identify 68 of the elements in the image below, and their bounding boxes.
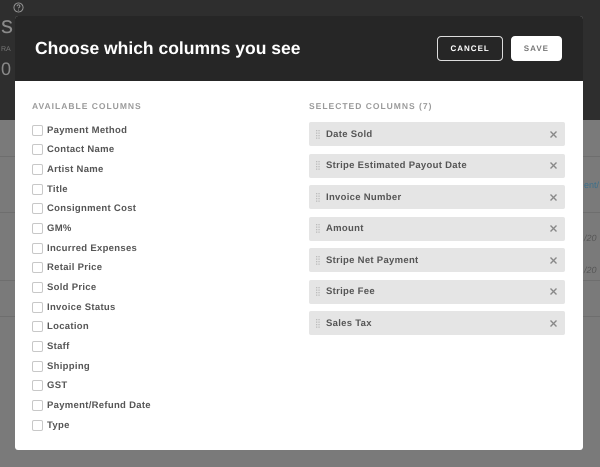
checkbox[interactable] (32, 144, 43, 156)
column-label: Sales Tax (326, 318, 373, 328)
selected-column-chip[interactable]: Sales Tax (309, 311, 565, 335)
save-button[interactable]: SAVE (510, 36, 562, 61)
column-label: Stripe Net Payment (326, 254, 420, 266)
checkbox[interactable] (32, 203, 43, 214)
checkbox[interactable] (32, 222, 43, 234)
remove-icon[interactable] (550, 162, 557, 169)
column-label: Payment/Refund Date (47, 400, 151, 412)
column-label: Staff (47, 341, 70, 352)
column-label: GM% (47, 222, 72, 234)
column-label: Amount (326, 223, 365, 234)
column-label: Contact Name (47, 144, 114, 156)
column-label: Type (47, 420, 70, 431)
remove-icon[interactable] (550, 194, 557, 200)
remove-icon[interactable] (550, 256, 557, 264)
column-label: Shipping (47, 360, 90, 372)
checkbox[interactable] (32, 184, 43, 195)
drag-handle-icon[interactable] (316, 130, 320, 138)
drag-handle-icon[interactable] (316, 318, 320, 328)
column-label: Location (47, 321, 89, 332)
column-label: Retail Price (47, 262, 102, 274)
remove-icon[interactable] (550, 288, 557, 295)
column-label: Incurred Expenses (47, 242, 138, 254)
checkbox[interactable] (32, 262, 43, 274)
drag-handle-icon[interactable] (316, 287, 320, 296)
checkbox[interactable] (32, 242, 43, 254)
selected-column-chip[interactable]: Date Sold (309, 122, 565, 146)
cancel-button[interactable]: CANCEL (437, 36, 503, 61)
selected-column-chip[interactable]: Invoice Number (309, 185, 565, 209)
column-label: GST (47, 380, 68, 392)
checkbox[interactable] (32, 360, 43, 372)
checkbox[interactable] (32, 380, 43, 392)
checkbox[interactable] (32, 400, 43, 412)
checkbox[interactable] (32, 282, 43, 293)
section-heading: AVAILABLE COLUMNS (32, 101, 143, 111)
column-label: Invoice Status (47, 302, 116, 313)
selected-column-chip[interactable]: Stripe Fee (309, 280, 565, 304)
remove-icon[interactable] (550, 320, 557, 326)
checkbox[interactable] (32, 164, 43, 175)
selected-column-chip[interactable]: Amount (309, 216, 565, 240)
drag-handle-icon[interactable] (316, 192, 320, 202)
column-label: Stripe Estimated Payout Date (326, 160, 468, 171)
selected-column-chip[interactable]: Stripe Estimated Payout Date (309, 154, 565, 178)
drag-handle-icon[interactable] (316, 161, 320, 170)
column-label: Title (47, 184, 68, 195)
column-label: Sold Price (47, 282, 96, 293)
stat-value: 0 (1, 60, 12, 78)
checkbox[interactable] (32, 302, 43, 313)
column-label: Payment Method (47, 124, 128, 136)
remove-icon[interactable] (550, 225, 557, 232)
column-label: Invoice Number (326, 192, 402, 202)
section-heading: SELECTED COLUMNS (7) (309, 101, 434, 111)
drag-handle-icon[interactable] (316, 256, 320, 264)
remove-icon[interactable] (550, 130, 557, 138)
checkbox[interactable] (32, 124, 43, 136)
checkbox[interactable] (32, 420, 43, 431)
checkbox[interactable] (32, 321, 43, 332)
column-label: Stripe Fee (326, 286, 376, 297)
checkbox[interactable] (32, 341, 43, 352)
selected-column-chip[interactable]: Stripe Net Payment (309, 248, 565, 272)
help-icon[interactable] (13, 2, 24, 13)
column-label: Consignment Cost (47, 203, 136, 214)
dialog-title: Choose which columns you see (35, 38, 302, 59)
column-label: Date Sold (326, 128, 374, 140)
column-label: Artist Name (47, 164, 104, 175)
page-heading: s (1, 14, 13, 38)
drag-handle-icon[interactable] (316, 224, 320, 233)
